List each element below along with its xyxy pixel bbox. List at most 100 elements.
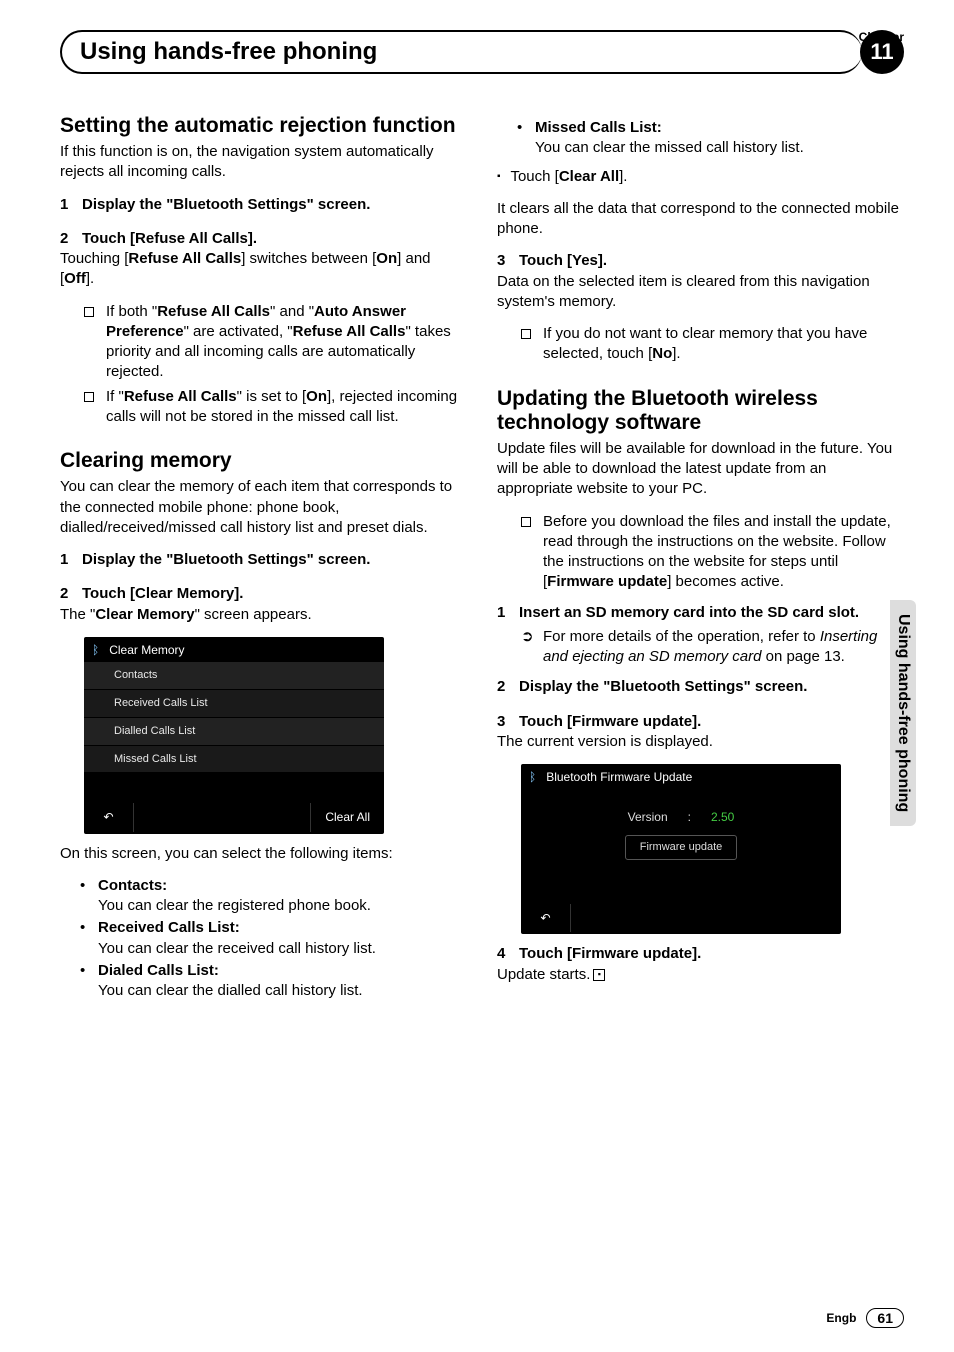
bullet-list: •Contacts:You can clear the registered p… — [80, 876, 467, 1002]
note-item: Before you download the files and instal… — [521, 512, 904, 593]
t: Refuse All Calls — [128, 250, 241, 267]
step-number: 3 — [497, 712, 519, 732]
bullet-title: Dialed Calls List: — [98, 962, 219, 979]
clear-all-button[interactable]: Clear All — [310, 803, 384, 831]
dot-icon: • — [80, 876, 90, 917]
body-text: The "Clear Memory" screen appears. — [60, 605, 467, 625]
page-title: Using hands-free phoning — [80, 38, 377, 66]
t: Update starts. — [497, 966, 590, 983]
step-text: Display the "Bluetooth Settings" screen. — [519, 678, 807, 695]
t: ] becomes active. — [667, 573, 784, 590]
dot-icon: • — [517, 118, 527, 159]
step-number: 2 — [60, 584, 82, 604]
t: " is set to [ — [237, 388, 307, 405]
t: If both " — [106, 303, 157, 320]
section-heading-bluetooth-update: Updating the Bluetooth wireless technolo… — [497, 387, 904, 435]
footer-language: Engb — [826, 1311, 856, 1325]
note-list: If you do not want to clear memory that … — [521, 324, 904, 365]
bullet-title: Missed Calls List: — [535, 119, 662, 136]
note-bullet-icon — [521, 512, 535, 593]
bullet-list: •Missed Calls List:You can clear the mis… — [517, 118, 904, 159]
step-1b: 1Display the "Bluetooth Settings" screen… — [60, 550, 467, 570]
t: Refuse All Calls — [124, 388, 237, 405]
end-mark-icon: ▪ — [593, 969, 605, 981]
version-value: 2.50 — [711, 809, 734, 825]
step-text: Touch [Clear Memory]. — [82, 585, 243, 602]
chapter-label: Chapter — [859, 30, 904, 44]
version-label: Version — [628, 809, 668, 825]
dot-icon: • — [80, 918, 90, 959]
step-text: Insert an SD memory card into the SD car… — [519, 604, 859, 621]
screenshot-footer: ↶ — [521, 904, 841, 932]
list-item[interactable]: Received Calls List — [84, 690, 384, 718]
bullet-title: Received Calls List: — [98, 919, 240, 936]
page-title-pill: Using hands-free phoning — [60, 30, 862, 74]
bullet-item: •Received Calls List:You can clear the r… — [80, 918, 467, 959]
screenshot-header: Clear Memory — [84, 637, 384, 662]
note-bullet-icon — [84, 387, 98, 428]
note-bullet-icon — [521, 324, 535, 365]
body-text: You can clear the memory of each item th… — [60, 477, 467, 538]
t: Refuse All Calls — [157, 303, 270, 320]
version-colon: : — [688, 809, 691, 825]
reference-list: ➲ For more details of the operation, ref… — [521, 627, 904, 668]
right-column: •Missed Calls List:You can clear the mis… — [497, 114, 904, 1009]
t: ] switches between [ — [241, 250, 376, 267]
step-text: Display the "Bluetooth Settings" screen. — [82, 196, 370, 213]
body-text: If this function is on, the navigation s… — [60, 142, 467, 183]
back-button[interactable]: ↶ — [521, 904, 571, 932]
page-number: 61 — [866, 1308, 904, 1328]
side-tab: Using hands-free phoning — [890, 600, 916, 826]
t: Clear Memory — [95, 606, 194, 623]
t: Firmware update — [547, 573, 667, 590]
step-number: 1 — [60, 550, 82, 570]
note-text: If both "Refuse All Calls" and "Auto Ans… — [106, 302, 467, 383]
back-button[interactable]: ↶ — [84, 803, 134, 831]
body-text: Update files will be available for downl… — [497, 439, 904, 500]
body-text: The current version is displayed. — [497, 732, 904, 752]
step-number: 4 — [497, 944, 519, 964]
t: ]. — [672, 345, 680, 362]
step-text: Touch [Firmware update]. — [519, 713, 701, 730]
step-number: 2 — [60, 229, 82, 249]
bullet-desc: You can clear the dialled call history l… — [98, 982, 363, 999]
note-item: If both "Refuse All Calls" and "Auto Ans… — [84, 302, 467, 383]
step-3c: 3Touch [Firmware update]. — [497, 712, 904, 732]
t: ]. — [86, 270, 94, 287]
t: If " — [106, 388, 124, 405]
dot-icon: • — [80, 961, 90, 1002]
note-list: Before you download the files and instal… — [521, 512, 904, 593]
page-header: Using hands-free phoning 11 — [60, 30, 904, 74]
step-text: Touch [Refuse All Calls]. — [82, 230, 257, 247]
version-row: Version : 2.50 — [521, 805, 841, 829]
note-list: If both "Refuse All Calls" and "Auto Ans… — [84, 302, 467, 428]
body-text: Data on the selected item is cleared fro… — [497, 272, 904, 313]
t: " screen appears. — [195, 606, 312, 623]
list-item[interactable]: Missed Calls List — [84, 746, 384, 774]
t: If you do not want to clear memory that … — [543, 325, 867, 362]
t: " and " — [270, 303, 314, 320]
body-text: Update starts.▪ — [497, 965, 904, 985]
step-2c: 2Display the "Bluetooth Settings" screen… — [497, 677, 904, 697]
screenshot-title: Clear Memory — [109, 642, 184, 658]
step-4c: 4Touch [Firmware update]. — [497, 944, 904, 964]
body-text: Touch [Clear All]. — [497, 167, 904, 187]
step-number: 2 — [497, 677, 519, 697]
t: Touch [ — [510, 168, 558, 185]
firmware-update-button[interactable]: Firmware update — [625, 835, 738, 860]
section-heading-auto-reject: Setting the automatic rejection function — [60, 114, 467, 138]
screenshot-header: Bluetooth Firmware Update — [521, 764, 841, 789]
step-text: Touch [Firmware update]. — [519, 945, 701, 962]
note-text: Before you download the files and instal… — [543, 512, 904, 593]
t: Touching [ — [60, 250, 128, 267]
t: On — [376, 250, 397, 267]
bluetooth-icon — [92, 642, 103, 658]
t: Off — [64, 270, 86, 287]
step-text: Touch [Yes]. — [519, 252, 607, 269]
bullet-item: •Missed Calls List:You can clear the mis… — [517, 118, 904, 159]
firmware-body: Version : 2.50 Firmware update — [521, 789, 841, 904]
step-1: 1Display the "Bluetooth Settings" screen… — [60, 195, 467, 215]
list-item[interactable]: Contacts — [84, 662, 384, 690]
t: on page 13. — [761, 648, 844, 665]
list-item[interactable]: Dialled Calls List — [84, 718, 384, 746]
